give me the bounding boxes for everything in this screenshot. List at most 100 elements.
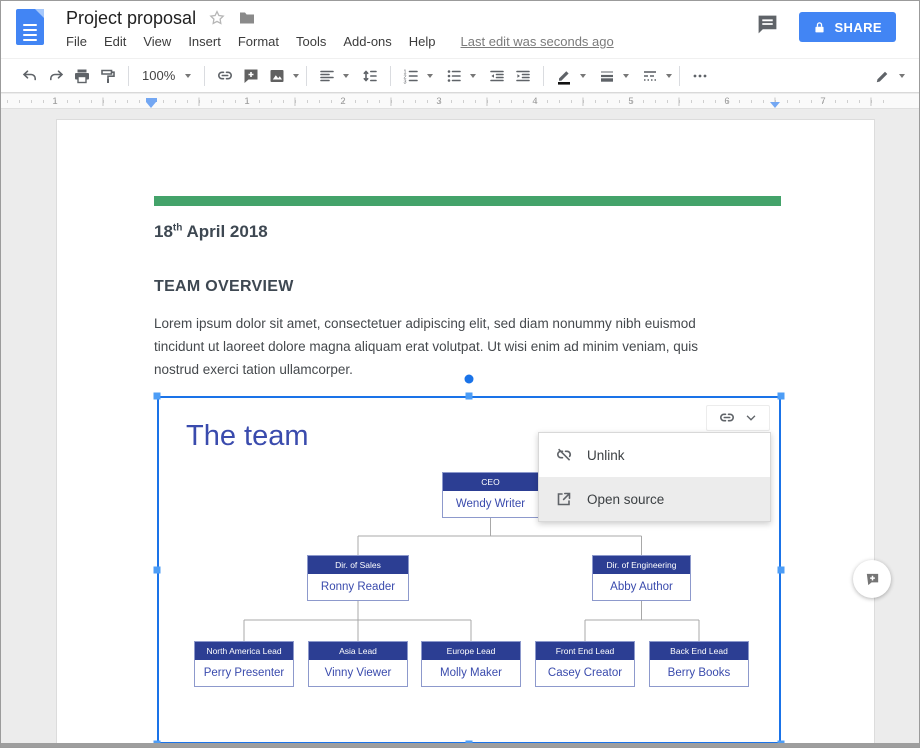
editing-mode-button[interactable] <box>870 64 896 88</box>
ruler-number: 3 <box>436 95 441 108</box>
add-comment-button[interactable] <box>853 560 891 598</box>
border-dash-dropdown-icon[interactable] <box>666 74 672 78</box>
last-edit-link[interactable]: Last edit was seconds ago <box>461 34 614 49</box>
date-heading: 18th April 2018 <box>154 222 268 242</box>
comments-icon[interactable] <box>756 13 779 41</box>
menu-item-open-source[interactable]: Open source <box>539 477 770 521</box>
ruler-tick: | <box>678 95 680 108</box>
ruler-number: 2 <box>340 95 345 108</box>
menu-insert[interactable]: Insert <box>188 34 221 49</box>
org-node-back-end: Back End Lead Berry Books <box>649 641 749 687</box>
document-title[interactable]: Project proposal <box>66 8 196 29</box>
top-bar: Project proposal File Edit View Insert F… <box>1 1 919 58</box>
toolbar: 100% 123 <box>1 58 919 93</box>
paint-format-button[interactable] <box>95 64 121 88</box>
ruler-tick: | <box>390 95 392 108</box>
linked-chart-menu: Unlink Open source <box>538 432 771 522</box>
left-indent-marker[interactable] <box>146 98 157 108</box>
border-dash-button[interactable] <box>637 64 663 88</box>
org-node-sales: Dir. of Sales Ronny Reader <box>307 555 409 601</box>
comment-plus-icon <box>864 571 881 588</box>
ruler-number: 5 <box>628 95 633 108</box>
border-color-dropdown-icon[interactable] <box>580 74 586 78</box>
menu-help[interactable]: Help <box>409 34 436 49</box>
menu-file[interactable]: File <box>66 34 87 49</box>
decorative-green-bar <box>154 196 781 206</box>
body-paragraph: Lorem ipsum dolor sit amet, consectetuer… <box>154 312 746 381</box>
open-in-new-icon <box>555 490 573 508</box>
chevron-down-icon <box>185 74 191 78</box>
svg-text:3: 3 <box>404 79 407 85</box>
bulleted-list-dropdown-icon[interactable] <box>470 74 476 78</box>
org-node-north-america: North America Lead Perry Presenter <box>194 641 294 687</box>
menu-format[interactable]: Format <box>238 34 279 49</box>
insert-link-button[interactable] <box>212 64 238 88</box>
docs-logo-icon[interactable] <box>16 9 44 45</box>
zoom-select[interactable]: 100% <box>136 64 197 88</box>
menu-tools[interactable]: Tools <box>296 34 326 49</box>
border-color-button[interactable] <box>551 64 577 88</box>
selection-anchor-dot[interactable] <box>465 375 474 384</box>
logo-lines <box>23 24 37 44</box>
share-label: SHARE <box>834 20 882 35</box>
resize-handle-ne[interactable] <box>778 393 785 400</box>
print-button[interactable] <box>69 64 95 88</box>
window-bottom-edge <box>1 743 919 747</box>
insert-image-button[interactable] <box>264 64 290 88</box>
lock-icon <box>813 21 826 34</box>
numbered-list-button[interactable]: 123 <box>398 64 424 88</box>
undo-button[interactable] <box>17 64 43 88</box>
line-weight-button[interactable] <box>594 64 620 88</box>
line-spacing-button[interactable] <box>357 64 383 88</box>
image-dropdown-icon[interactable] <box>293 74 299 78</box>
menubar: File Edit View Insert Format Tools Add-o… <box>66 34 614 49</box>
ruler-number: 4 <box>532 95 537 108</box>
insert-comment-button[interactable] <box>238 64 264 88</box>
numbered-list-dropdown-icon[interactable] <box>427 74 433 78</box>
ruler: 11234567||||||||| <box>1 94 919 109</box>
more-toolbar-button[interactable] <box>687 64 713 88</box>
unlink-icon <box>555 446 573 464</box>
menu-edit[interactable]: Edit <box>104 34 126 49</box>
org-node-ceo: CEO Wendy Writer <box>442 472 539 518</box>
ruler-tick: | <box>102 95 104 108</box>
menu-addons[interactable]: Add-ons <box>343 34 391 49</box>
section-title: TEAM OVERVIEW <box>154 278 294 296</box>
resize-handle-n[interactable] <box>466 393 473 400</box>
right-indent-marker[interactable] <box>770 102 780 108</box>
ruler-tick: | <box>870 95 872 108</box>
share-button[interactable]: SHARE <box>799 12 896 42</box>
bulleted-list-button[interactable] <box>441 64 467 88</box>
org-node-asia: Asia Lead Vinny Viewer <box>308 641 408 687</box>
line-weight-dropdown-icon[interactable] <box>623 74 629 78</box>
redo-button[interactable] <box>43 64 69 88</box>
org-node-engineering: Dir. of Engineering Abby Author <box>592 555 691 601</box>
increase-indent-button[interactable] <box>510 64 536 88</box>
google-docs-window: Project proposal File Edit View Insert F… <box>0 0 920 748</box>
ruler-number: 1 <box>244 95 249 108</box>
menu-item-unlink[interactable]: Unlink <box>539 433 770 477</box>
ruler-tick: | <box>294 95 296 108</box>
ruler-tick: | <box>198 95 200 108</box>
move-to-folder-icon[interactable] <box>238 9 256 27</box>
star-icon[interactable] <box>208 9 226 27</box>
decrease-indent-button[interactable] <box>484 64 510 88</box>
logo-fold <box>35 9 44 18</box>
align-button[interactable] <box>314 64 340 88</box>
ruler-number: 7 <box>820 95 825 108</box>
ruler-number: 6 <box>724 95 729 108</box>
org-node-front-end: Front End Lead Casey Creator <box>535 641 635 687</box>
page[interactable]: 18th April 2018 TEAM OVERVIEW Lorem ipsu… <box>56 119 875 747</box>
resize-handle-e[interactable] <box>778 567 785 574</box>
ruler-tick: | <box>582 95 584 108</box>
zoom-value: 100% <box>142 68 175 83</box>
document-canvas: 18th April 2018 TEAM OVERVIEW Lorem ipsu… <box>1 109 919 747</box>
editing-mode-dropdown-icon[interactable] <box>899 74 905 78</box>
resize-handle-w[interactable] <box>154 567 161 574</box>
menu-view[interactable]: View <box>143 34 171 49</box>
align-dropdown-icon[interactable] <box>343 74 349 78</box>
ruler-number: 1 <box>52 95 57 108</box>
org-node-europe: Europe Lead Molly Maker <box>421 641 521 687</box>
ruler-tick: | <box>486 95 488 108</box>
resize-handle-nw[interactable] <box>154 393 161 400</box>
